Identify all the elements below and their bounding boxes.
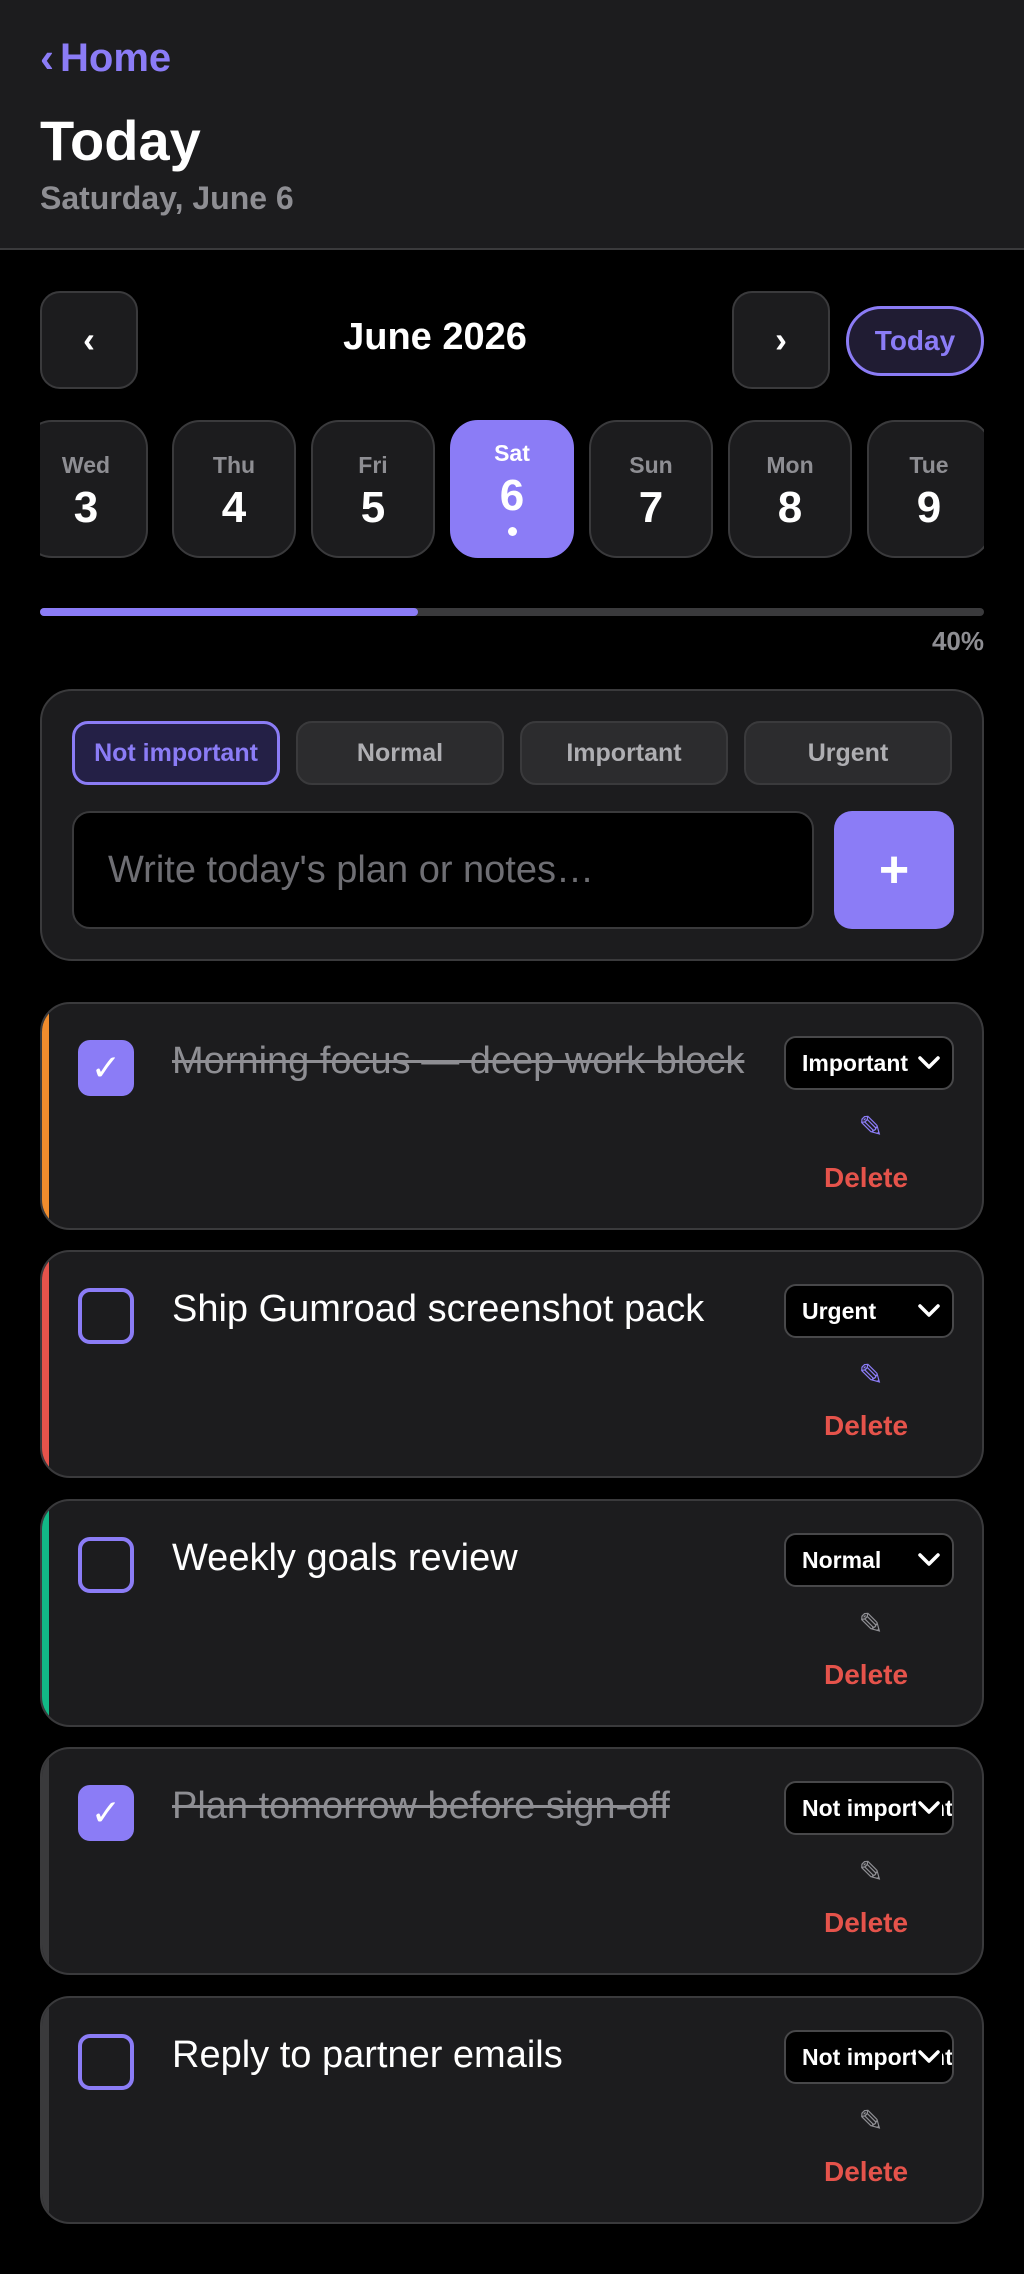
day-cell[interactable]: Mon 8 bbox=[728, 420, 852, 558]
day-name: Wed bbox=[61, 452, 111, 478]
day-number: 6 bbox=[499, 471, 525, 520]
today-button[interactable]: Today bbox=[846, 306, 984, 376]
day-cell[interactable]: Tue 9 bbox=[867, 420, 984, 558]
chevron-down-icon bbox=[916, 1297, 942, 1325]
task-checkbox[interactable]: ✓ bbox=[78, 1785, 134, 1841]
day-cell[interactable]: Wed 3 bbox=[40, 420, 148, 558]
priority-stripe bbox=[42, 1252, 49, 1476]
priority-select-value: Normal bbox=[802, 1546, 882, 1573]
chevron-right-icon: › bbox=[775, 319, 787, 360]
priority-stripe bbox=[42, 1749, 49, 1973]
plus-icon: + bbox=[878, 841, 910, 899]
task-priority-select[interactable]: Urgent bbox=[784, 1284, 954, 1338]
task-priority-select[interactable]: Important bbox=[784, 1036, 954, 1090]
priority-pill-not-important[interactable]: Not important bbox=[72, 721, 280, 785]
chevron-left-icon: ‹ bbox=[40, 34, 54, 81]
day-strip[interactable]: Wed 3 Thu 4 Fri 5 Sat 6 Sun 7 Mon 8 Tue … bbox=[40, 420, 984, 560]
has-tasks-dot bbox=[507, 527, 517, 536]
task-card: Weekly goals review Normal ✎ Delete bbox=[40, 1499, 984, 1727]
priority-pill-important[interactable]: Important bbox=[520, 721, 728, 785]
progress-fill bbox=[40, 608, 418, 616]
chevron-down-icon bbox=[916, 1794, 942, 1822]
day-cell[interactable]: Fri 5 bbox=[311, 420, 435, 558]
day-cell[interactable]: Thu 4 bbox=[172, 420, 296, 558]
check-icon: ✓ bbox=[90, 1792, 122, 1833]
task-card: Reply to partner emails Not important ✎ … bbox=[40, 1996, 984, 2224]
page-header: ‹ Home Today Saturday, June 6 bbox=[0, 0, 1024, 250]
plan-notes-input[interactable] bbox=[72, 811, 814, 929]
task-text: Plan tomorrow before sign-off bbox=[172, 1785, 670, 1827]
task-text: Ship Gumroad screenshot pack bbox=[172, 1288, 705, 1330]
progress-bar bbox=[40, 608, 984, 616]
pencil-icon[interactable]: ✎ bbox=[854, 2104, 888, 2138]
day-number: 7 bbox=[638, 483, 664, 532]
pencil-icon[interactable]: ✎ bbox=[854, 1110, 888, 1144]
page-subtitle: Saturday, June 6 bbox=[40, 180, 294, 216]
task-card: ✓ Plan tomorrow before sign-off Not impo… bbox=[40, 1747, 984, 1975]
back-link[interactable]: ‹ Home bbox=[40, 34, 171, 82]
task-text: Reply to partner emails bbox=[172, 2034, 563, 2076]
priority-select-value: Urgent bbox=[802, 1297, 877, 1324]
task-checkbox[interactable] bbox=[78, 1288, 134, 1344]
task-priority-select[interactable]: Not important bbox=[784, 1781, 954, 1835]
priority-select-value: Important bbox=[802, 1049, 909, 1076]
day-number: 5 bbox=[360, 483, 386, 532]
task-priority-select[interactable]: Normal bbox=[784, 1533, 954, 1587]
priority-pill-urgent[interactable]: Urgent bbox=[744, 721, 952, 785]
day-number: 9 bbox=[916, 483, 942, 532]
priority-stripe bbox=[42, 1501, 49, 1725]
priority-stripe bbox=[42, 1998, 49, 2222]
day-name: Mon bbox=[766, 452, 814, 478]
task-composer: Not important Normal Important Urgent + bbox=[40, 689, 984, 961]
task-checkbox[interactable]: ✓ bbox=[78, 1040, 134, 1096]
delete-button[interactable]: Delete bbox=[824, 1659, 908, 1691]
delete-button[interactable]: Delete bbox=[824, 1410, 908, 1442]
check-icon: ✓ bbox=[90, 1047, 122, 1088]
day-name: Thu bbox=[212, 452, 256, 478]
task-checkbox[interactable] bbox=[78, 2034, 134, 2090]
progress-percent: 40% bbox=[931, 626, 984, 656]
task-card: Ship Gumroad screenshot pack Urgent ✎ De… bbox=[40, 1250, 984, 1478]
day-cell-selected[interactable]: Sat 6 bbox=[450, 420, 574, 558]
priority-stripe bbox=[42, 1004, 49, 1228]
task-priority-select[interactable]: Not important bbox=[784, 2030, 954, 2084]
day-cell[interactable]: Sun 7 bbox=[589, 420, 713, 558]
day-number: 3 bbox=[73, 483, 99, 532]
pencil-icon[interactable]: ✎ bbox=[854, 1358, 888, 1392]
chevron-down-icon bbox=[916, 2043, 942, 2071]
day-name: Sat bbox=[494, 440, 530, 466]
delete-button[interactable]: Delete bbox=[824, 1162, 908, 1194]
task-text: Weekly goals review bbox=[172, 1537, 518, 1579]
day-number: 4 bbox=[221, 483, 247, 532]
day-name: Sun bbox=[629, 452, 673, 478]
add-task-button[interactable]: + bbox=[834, 811, 954, 929]
chevron-down-icon bbox=[916, 1546, 942, 1574]
task-card: ✓ Morning focus — deep work block Import… bbox=[40, 1002, 984, 1230]
task-text: Morning focus — deep work block bbox=[172, 1040, 745, 1082]
pencil-icon[interactable]: ✎ bbox=[854, 1607, 888, 1641]
pencil-icon[interactable]: ✎ bbox=[854, 1855, 888, 1889]
delete-button[interactable]: Delete bbox=[824, 1907, 908, 1939]
priority-pill-normal[interactable]: Normal bbox=[296, 721, 504, 785]
delete-button[interactable]: Delete bbox=[824, 2156, 908, 2188]
next-month-button[interactable]: › bbox=[732, 291, 830, 389]
day-number: 8 bbox=[777, 483, 803, 532]
page-title: Today bbox=[40, 109, 201, 172]
chevron-down-icon bbox=[916, 1049, 942, 1077]
back-link-label: Home bbox=[60, 35, 172, 80]
task-checkbox[interactable] bbox=[78, 1537, 134, 1593]
day-name: Tue bbox=[909, 452, 949, 478]
day-name: Fri bbox=[358, 452, 388, 478]
